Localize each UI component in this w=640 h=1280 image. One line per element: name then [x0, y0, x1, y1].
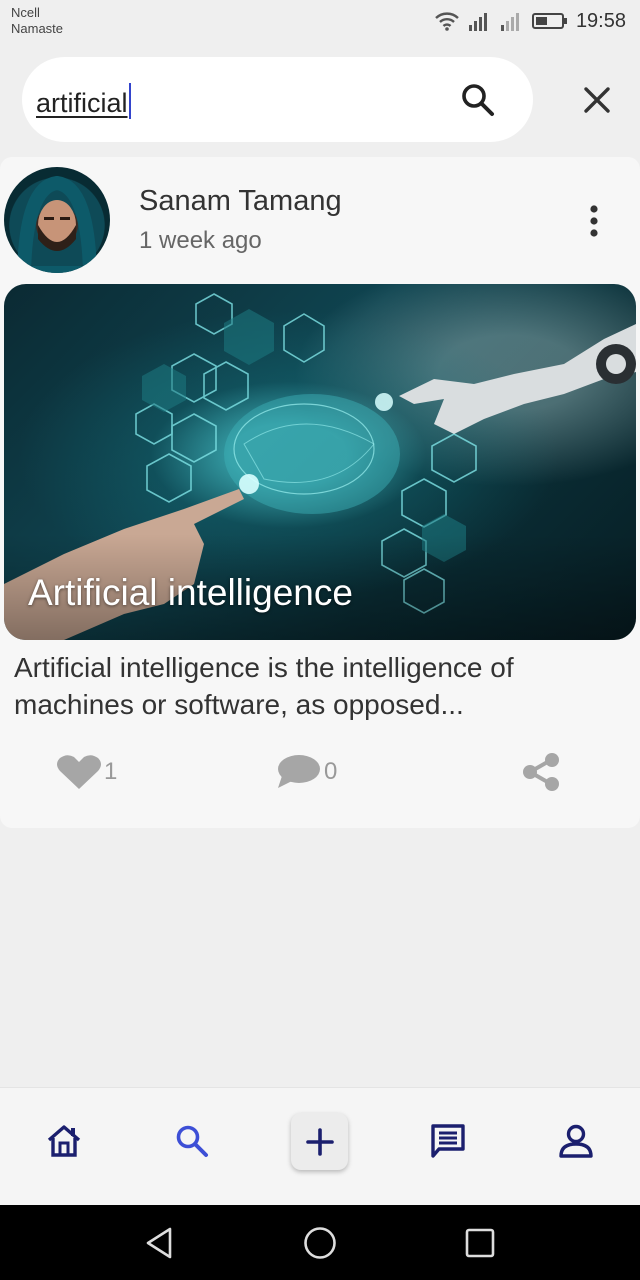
share-button[interactable]	[521, 753, 561, 791]
add-post-button[interactable]	[291, 1113, 348, 1170]
back-icon[interactable]	[142, 1225, 178, 1261]
search-icon[interactable]	[459, 81, 497, 119]
profile-icon[interactable]	[558, 1123, 594, 1159]
post-timestamp: 1 week ago	[139, 227, 262, 254]
comment-icon	[278, 755, 320, 788]
bottom-navigation	[0, 1087, 640, 1206]
share-icon	[523, 753, 559, 791]
post-excerpt[interactable]: Artificial intelligence is the intellige…	[14, 649, 614, 723]
text-caret	[128, 83, 131, 119]
heart-icon	[57, 755, 101, 789]
signal-icon	[468, 13, 487, 31]
status-icons: 19:58	[434, 8, 626, 34]
carrier-label: Namaste	[11, 21, 64, 36]
author-name[interactable]: Sanam Tamang	[139, 185, 342, 218]
recents-icon[interactable]	[462, 1225, 498, 1261]
avatar[interactable]	[4, 167, 110, 273]
search-bar[interactable]: artificial	[22, 57, 533, 142]
search-input-text: artificial	[36, 88, 128, 118]
post-card[interactable]: Sanam Tamang 1 week ago Artificial intel…	[0, 157, 640, 828]
avatar-image	[16, 175, 98, 273]
post-image-title: Artificial intelligence	[28, 572, 353, 613]
comment-count: 0	[324, 758, 338, 785]
signal-weak-icon	[500, 13, 519, 31]
home-icon[interactable]	[46, 1123, 82, 1159]
search-input[interactable]: artificial	[36, 83, 131, 119]
carrier-info: Ncell Namaste	[11, 5, 63, 37]
search-icon[interactable]	[174, 1123, 210, 1159]
like-count: 1	[104, 758, 118, 785]
status-bar: Ncell Namaste 19:58	[0, 0, 640, 48]
add-icon	[305, 1127, 334, 1156]
home-circle-icon[interactable]	[302, 1225, 338, 1261]
wifi-icon	[435, 12, 459, 31]
like-button[interactable]: 1	[56, 754, 117, 790]
carrier-name: Ncell	[11, 5, 40, 20]
battery-icon	[531, 13, 567, 29]
chat-icon[interactable]	[430, 1123, 466, 1159]
clock: 19:58	[575, 9, 626, 32]
close-icon[interactable]	[583, 86, 611, 114]
more-vertical-icon[interactable]	[584, 204, 604, 238]
comment-button[interactable]: 0	[276, 754, 337, 790]
post-image[interactable]: Artificial intelligence	[4, 284, 636, 640]
system-navigation-bar	[0, 1205, 640, 1280]
